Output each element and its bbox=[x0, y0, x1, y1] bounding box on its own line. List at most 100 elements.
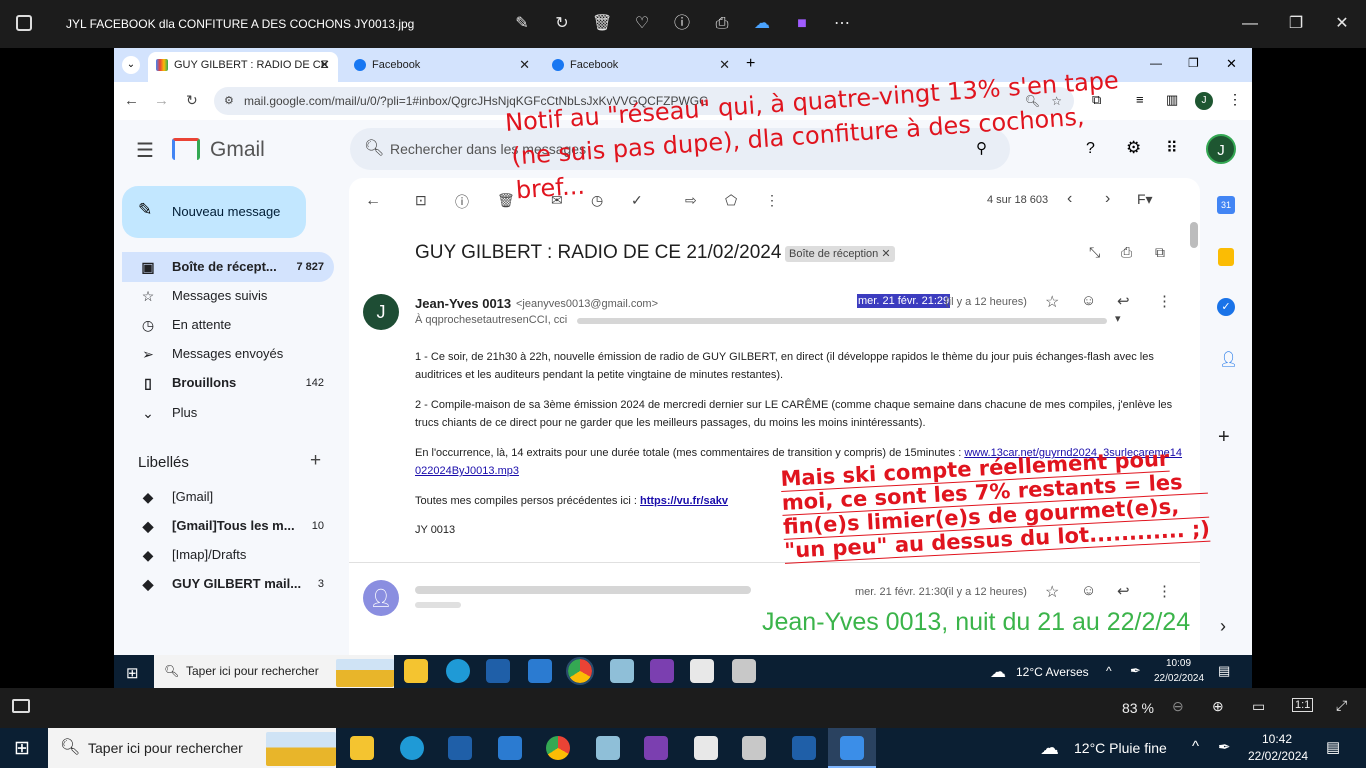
zoom-out-icon[interactable]: ⊖ bbox=[1172, 698, 1184, 715]
tab-facebook-1[interactable]: Facebook ✕ bbox=[346, 52, 538, 82]
window-restore-icon[interactable]: ❐ bbox=[1188, 56, 1199, 70]
back-to-inbox-icon[interactable]: ← bbox=[365, 192, 381, 210]
delete-icon[interactable]: 🗑 bbox=[592, 14, 612, 34]
second-emoji-icon[interactable]: ☺ bbox=[1081, 582, 1096, 599]
print-all-icon[interactable]: ⎙ bbox=[1121, 244, 1132, 261]
inner-taskbar-search[interactable]: 🔍︎ Taper ici pour rechercher bbox=[154, 655, 394, 688]
notes-icon[interactable] bbox=[596, 736, 620, 760]
maximize-icon[interactable]: ❐ bbox=[1286, 14, 1306, 34]
onenote-icon[interactable] bbox=[644, 736, 668, 760]
close-icon[interactable]: ✕ bbox=[1332, 14, 1352, 34]
taskbar-search[interactable]: 🔍︎ Taper ici pour rechercher bbox=[48, 728, 336, 768]
photos-taskbar-button[interactable] bbox=[828, 728, 876, 768]
fullscreen-icon[interactable]: ⤢ bbox=[1336, 697, 1347, 714]
second-more-icon[interactable]: ⋮ bbox=[1157, 582, 1172, 600]
label-imap-drafts[interactable]: ◆ [Imap]/Drafts bbox=[122, 540, 334, 570]
contacts-icon[interactable]: 👤︎ bbox=[1219, 350, 1238, 368]
tab-gmail[interactable]: GUY GILBERT : RADIO DE CE 21/0 ✕ bbox=[148, 52, 338, 97]
app-icon[interactable] bbox=[448, 736, 472, 760]
search-icon[interactable]: 🔍︎ bbox=[364, 138, 384, 158]
inner-chrome-icon[interactable] bbox=[566, 657, 594, 685]
rotate-icon[interactable]: ↻ bbox=[552, 14, 572, 34]
message-more-icon[interactable]: ⋮ bbox=[1157, 292, 1172, 310]
clipchamp-icon[interactable]: ■ bbox=[792, 14, 812, 34]
star-message-icon[interactable]: ☆ bbox=[1045, 292, 1059, 312]
filmstrip-icon[interactable] bbox=[12, 699, 30, 713]
compiles-link[interactable]: https://vu.fr/sakv bbox=[640, 495, 728, 507]
pen-icon[interactable]: ✒ bbox=[1218, 738, 1231, 756]
get-addons-icon[interactable]: + bbox=[1218, 426, 1230, 449]
inner-onenote-icon[interactable] bbox=[650, 659, 674, 683]
input-tools-icon[interactable]: F▾ bbox=[1137, 191, 1153, 208]
reply-icon[interactable]: ↩ bbox=[1117, 292, 1130, 310]
label-guy-gilbert[interactable]: ◆ GUY GILBERT mail... 3 bbox=[122, 569, 334, 599]
side-panel-icon[interactable]: ▥ bbox=[1166, 92, 1178, 108]
reload-icon[interactable]: ↻ bbox=[186, 92, 198, 109]
next-arrow-icon[interactable]: › bbox=[1220, 616, 1226, 637]
nav-starred[interactable]: ☆ Messages suivis bbox=[122, 281, 334, 311]
nav-sent[interactable]: ➢ Messages envoyés bbox=[122, 339, 334, 369]
inner-tray-chevron-icon[interactable]: ^ bbox=[1106, 664, 1112, 678]
calendar-icon[interactable]: 31 bbox=[1217, 196, 1235, 214]
report-spam-icon[interactable]: ⓘ bbox=[455, 192, 469, 212]
tab-close-icon[interactable]: ✕ bbox=[319, 52, 330, 78]
mail-icon[interactable] bbox=[498, 736, 522, 760]
file-explorer-icon[interactable] bbox=[350, 736, 374, 760]
inner-notifications-icon[interactable]: ▤ bbox=[1218, 663, 1230, 679]
inner-printer-icon[interactable] bbox=[732, 659, 756, 683]
main-menu-icon[interactable]: ☰ bbox=[136, 138, 154, 163]
window-minimize-icon[interactable]: — bbox=[1150, 56, 1162, 70]
app2-icon[interactable] bbox=[792, 736, 816, 760]
tray-chevron-icon[interactable]: ^ bbox=[1192, 738, 1199, 755]
nav-snoozed[interactable]: ◷ En attente bbox=[122, 310, 334, 340]
nav-more[interactable]: ⌄ Plus bbox=[122, 398, 334, 428]
nav-inbox[interactable]: ▣ Boîte de récept... 7 827 bbox=[122, 252, 334, 282]
archive-icon[interactable]: ⊡ bbox=[415, 192, 427, 209]
info-icon[interactable]: ⓘ bbox=[672, 14, 692, 34]
inner-start-icon[interactable]: ⊞ bbox=[126, 664, 139, 682]
account-avatar[interactable]: J bbox=[1206, 134, 1236, 164]
chrome-icon[interactable] bbox=[546, 736, 570, 760]
browser-menu-icon[interactable]: ⋮ bbox=[1228, 91, 1242, 108]
inner-explorer-icon[interactable] bbox=[404, 659, 428, 683]
back-icon[interactable]: ← bbox=[124, 92, 139, 109]
tasks-icon[interactable]: ✓ bbox=[1217, 298, 1235, 316]
label-gmail[interactable]: ◆ [Gmail] bbox=[122, 482, 334, 512]
actual-size-icon[interactable]: 1:1 bbox=[1292, 698, 1314, 712]
new-tab-icon[interactable]: + bbox=[746, 55, 755, 73]
older-icon[interactable]: › bbox=[1105, 190, 1110, 208]
label-gmail-all[interactable]: ◆ [Gmail]Tous les m... 10 bbox=[122, 511, 334, 541]
emoji-reaction-icon[interactable]: ☺ bbox=[1081, 292, 1096, 309]
minimize-icon[interactable]: — bbox=[1240, 14, 1260, 34]
zoom-in-icon[interactable]: ⊕ bbox=[1212, 698, 1224, 715]
add-label-icon[interactable]: + bbox=[310, 450, 321, 472]
print-icon[interactable]: ⎙ bbox=[712, 14, 732, 34]
store-icon[interactable] bbox=[694, 736, 718, 760]
notifications-icon[interactable]: ▤ bbox=[1326, 738, 1340, 756]
favorite-icon[interactable]: ♡ bbox=[632, 14, 652, 34]
apps-grid-icon[interactable]: ⠿ bbox=[1166, 138, 1178, 158]
compose-button[interactable]: ✎ Nouveau message bbox=[122, 186, 306, 238]
tab-close-icon[interactable]: ✕ bbox=[519, 52, 530, 78]
tab-search-icon[interactable]: ⌄ bbox=[122, 56, 140, 74]
newer-icon[interactable]: ‹ bbox=[1067, 190, 1072, 208]
window-close-icon[interactable]: ✕ bbox=[1226, 56, 1237, 72]
collapse-all-icon[interactable]: ⤡ bbox=[1089, 244, 1100, 261]
second-reply-icon[interactable]: ↩ bbox=[1117, 582, 1130, 600]
more-options-icon[interactable]: ⋯ bbox=[832, 14, 852, 34]
edge-icon[interactable] bbox=[400, 736, 424, 760]
inner-edge-icon[interactable] bbox=[446, 659, 470, 683]
inner-mail-icon[interactable] bbox=[528, 659, 552, 683]
inner-notes-icon[interactable] bbox=[610, 659, 634, 683]
inbox-chip[interactable]: Boîte de réception ✕ bbox=[785, 246, 895, 262]
start-icon[interactable]: ⊞ bbox=[14, 737, 30, 760]
label-icon[interactable]: ⬠ bbox=[725, 192, 737, 209]
reading-list-icon[interactable]: ≡ bbox=[1136, 92, 1144, 107]
inner-store-icon[interactable] bbox=[690, 659, 714, 683]
tab-close-icon[interactable]: ✕ bbox=[719, 52, 730, 78]
printer-icon[interactable] bbox=[742, 736, 766, 760]
settings-gear-icon[interactable]: ⚙ bbox=[1126, 138, 1141, 158]
onedrive-icon[interactable]: ☁ bbox=[752, 14, 772, 34]
site-info-icon[interactable]: ⚙ bbox=[224, 87, 234, 115]
edit-icon[interactable]: ✎ bbox=[512, 14, 532, 34]
